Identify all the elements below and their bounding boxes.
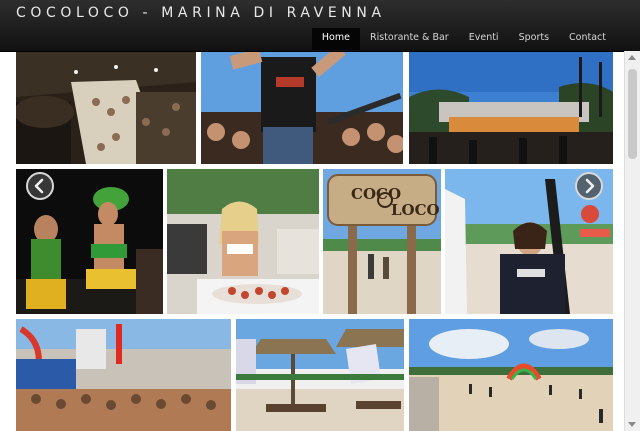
scroll-thumb[interactable] <box>628 69 637 159</box>
photo-lounge-evening[interactable] <box>409 52 613 164</box>
photo-cocoloco-sign[interactable]: COCO LOCO <box>323 169 441 314</box>
photo-party-dancer[interactable] <box>201 52 403 164</box>
nav-eventi[interactable]: Eventi <box>459 28 509 50</box>
photo-beach-volley-event[interactable] <box>16 319 231 431</box>
nav-sports[interactable]: Sports <box>509 28 559 50</box>
top-navbar: COCOLOCO - MARINA DI RAVENNA Home Ristor… <box>0 0 640 52</box>
photo-beach-soccer[interactable] <box>409 319 613 431</box>
chevron-right-icon <box>585 178 595 194</box>
nav-home[interactable]: Home <box>311 28 360 50</box>
scroll-down-icon[interactable] <box>628 422 636 427</box>
chevron-left-icon <box>34 178 44 194</box>
nav-ristorante-bar[interactable]: Ristorante & Bar <box>360 28 459 50</box>
slider-prev-button[interactable] <box>26 172 54 200</box>
vertical-scrollbar[interactable] <box>624 51 640 431</box>
nav-contact[interactable]: Contact <box>559 28 616 50</box>
slider-next-button[interactable] <box>575 172 603 200</box>
main-nav: Home Ristorante & Bar Eventi Sports Cont… <box>311 28 616 50</box>
photo-beach-bar-crowd[interactable] <box>16 52 196 164</box>
scroll-up-icon[interactable] <box>628 55 636 60</box>
site-brand[interactable]: COCOLOCO - MARINA DI RAVENNA <box>16 5 386 21</box>
photo-beach-umbrellas[interactable] <box>236 319 404 431</box>
photo-woman-appetizers[interactable] <box>167 169 319 314</box>
sign-text-bottom: LOCO <box>391 201 440 219</box>
